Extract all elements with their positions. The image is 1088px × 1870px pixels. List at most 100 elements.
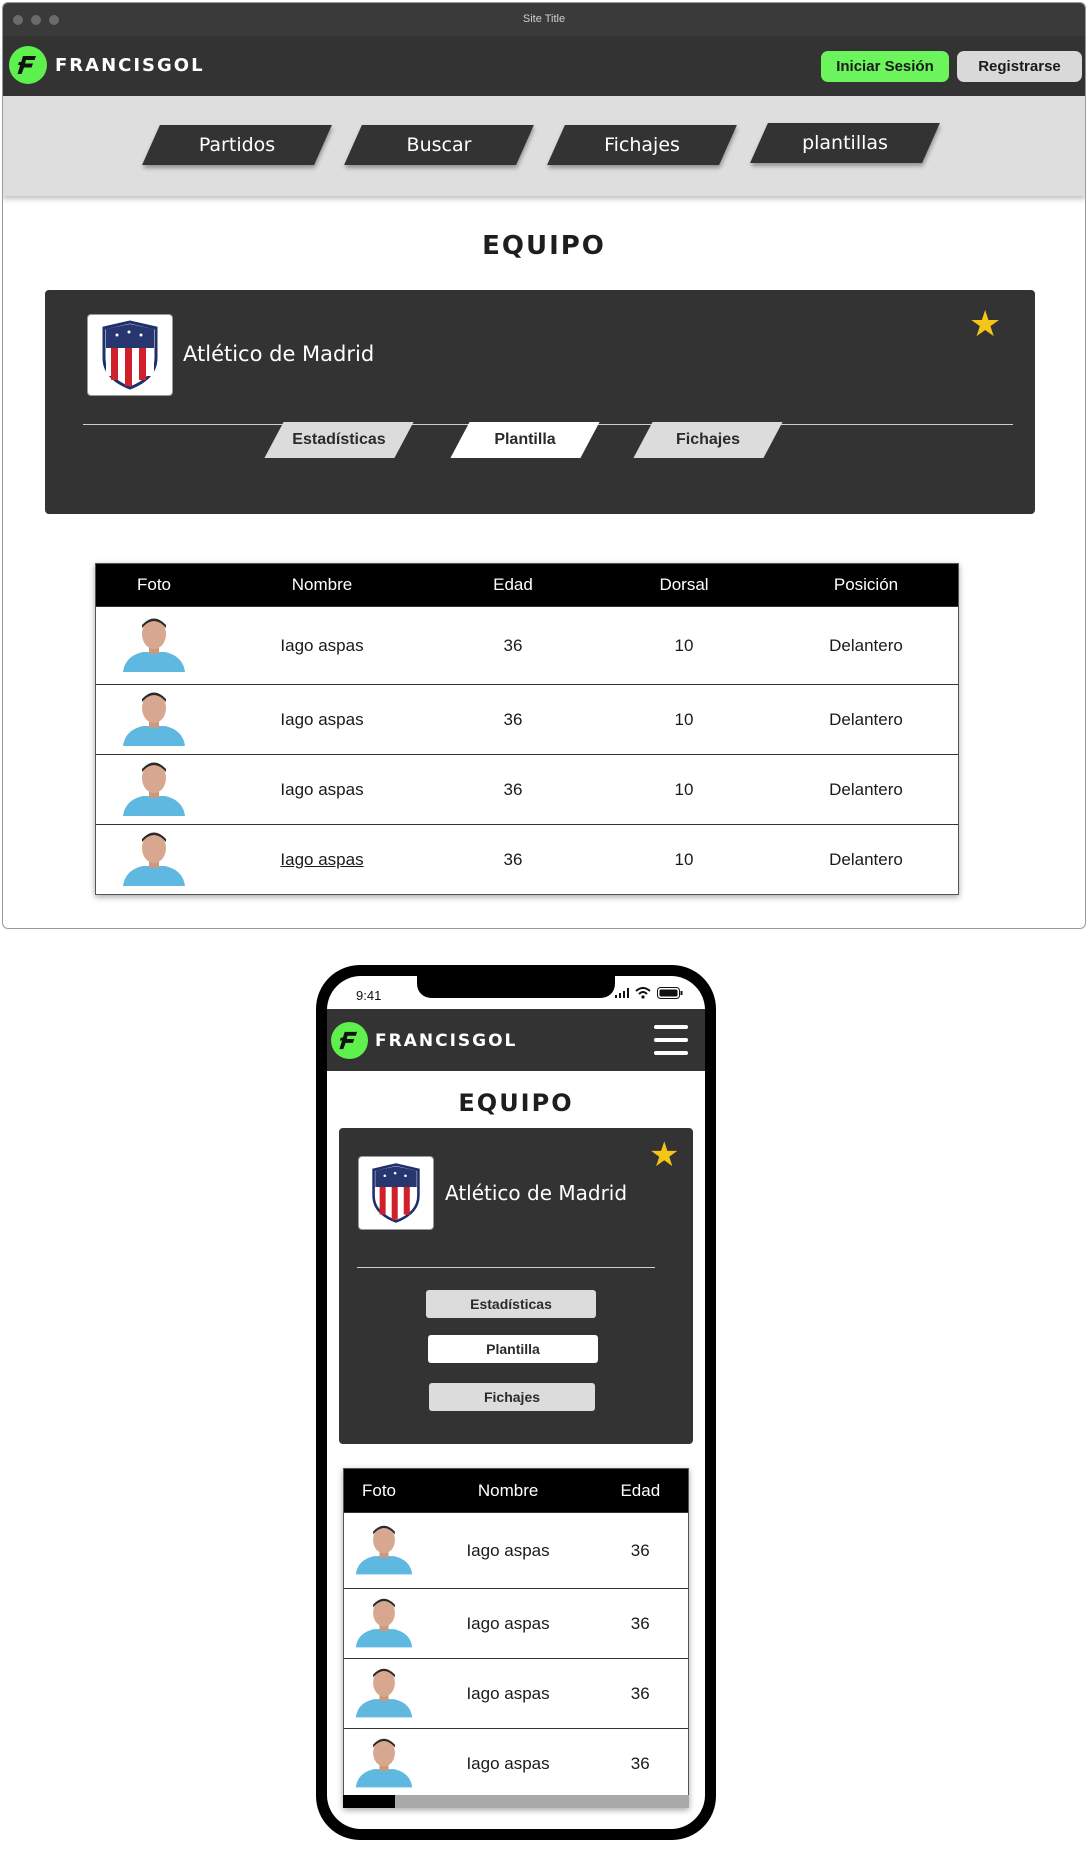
app-header: FRANCISGOL Iniciar Sesión Registrarse bbox=[3, 36, 1085, 96]
tab-estadisticas[interactable]: Estadísticas bbox=[264, 422, 414, 458]
player-photo bbox=[344, 1664, 424, 1723]
player-name-link[interactable]: Iago aspas bbox=[212, 850, 432, 870]
signal-icon bbox=[615, 988, 629, 998]
player-age: 36 bbox=[503, 709, 523, 729]
player-age: 36 bbox=[630, 1683, 650, 1703]
player-name[interactable]: Iago aspas bbox=[212, 710, 432, 730]
player-name[interactable]: Iago aspas bbox=[212, 780, 432, 800]
nav-tab-plantillas[interactable]: plantillas bbox=[750, 123, 940, 163]
player-number: 10 bbox=[674, 779, 694, 799]
table-row[interactable]: Iago aspas 36 10 Delantero bbox=[96, 824, 958, 894]
mobile-screen: 9:41 FRANCISGOL EQUIPO Atlético de Madri… bbox=[327, 976, 705, 1829]
hamburger-menu-icon[interactable] bbox=[654, 1025, 688, 1055]
player-position: Delantero bbox=[829, 849, 903, 869]
player-name[interactable]: Iago aspas bbox=[424, 1684, 593, 1704]
card-divider bbox=[357, 1267, 655, 1268]
nav-tab-partidos[interactable]: Partidos bbox=[142, 125, 332, 165]
wifi-icon bbox=[635, 987, 651, 999]
column-header-edad: Edad bbox=[493, 575, 533, 594]
player-photo bbox=[96, 688, 212, 751]
player-avatar bbox=[123, 618, 185, 672]
table-row[interactable]: Iago aspas 36 bbox=[344, 1658, 688, 1728]
player-avatar bbox=[355, 1598, 412, 1648]
horizontal-scrollbar[interactable] bbox=[343, 1795, 689, 1808]
column-header-foto: Foto bbox=[136, 575, 172, 594]
nav-tab-label: Fichajes bbox=[604, 134, 680, 156]
page-title: EQUIPO bbox=[482, 231, 606, 261]
player-age: 36 bbox=[630, 1540, 650, 1560]
battery-icon bbox=[657, 987, 683, 999]
star-icon[interactable]: ★ bbox=[649, 1138, 679, 1172]
player-name[interactable]: Iago aspas bbox=[424, 1614, 593, 1634]
star-icon[interactable]: ★ bbox=[969, 306, 1001, 342]
player-name[interactable]: Iago aspas bbox=[424, 1541, 593, 1561]
nav-tab-label: Buscar bbox=[406, 134, 472, 156]
nav-tab-label: plantillas bbox=[802, 132, 888, 154]
team-name: Atlético de Madrid bbox=[183, 342, 375, 366]
brand-name[interactable]: FRANCISGOL bbox=[55, 55, 205, 76]
club-crest-icon bbox=[87, 314, 173, 396]
club-crest-icon bbox=[358, 1156, 434, 1230]
table-row[interactable]: Iago aspas 36 10 Delantero bbox=[96, 606, 958, 684]
player-avatar bbox=[123, 832, 185, 886]
team-card: Atlético de Madrid ★ Estadísticas Planti… bbox=[339, 1128, 693, 1444]
tab-fichajes[interactable]: Fichajes bbox=[429, 1383, 595, 1411]
brand-logo-icon[interactable] bbox=[9, 46, 47, 84]
player-avatar bbox=[355, 1525, 412, 1575]
player-photo bbox=[96, 758, 212, 821]
main-nav: Partidos Buscar Fichajes plantillas bbox=[3, 96, 1085, 196]
browser-title: Site Title bbox=[522, 13, 566, 25]
table-header: Foto Nombre Edad Dorsal Posición bbox=[96, 564, 958, 606]
register-button[interactable]: Registrarse bbox=[957, 51, 1082, 82]
tab-estadisticas[interactable]: Estadísticas bbox=[426, 1290, 596, 1318]
page-title: EQUIPO bbox=[458, 1089, 574, 1117]
player-name[interactable]: Iago aspas bbox=[212, 636, 432, 656]
mobile-roster-table: Foto Nombre Edad Iago aspas 36 Iago aspa… bbox=[343, 1468, 689, 1808]
column-header-nombre: Nombre bbox=[291, 575, 353, 594]
tab-label: Fichajes bbox=[675, 431, 741, 448]
player-age: 36 bbox=[503, 779, 523, 799]
table-row[interactable]: Iago aspas 36 10 Delantero bbox=[96, 754, 958, 824]
player-photo bbox=[344, 1734, 424, 1793]
scrollbar-thumb[interactable] bbox=[343, 1795, 395, 1808]
roster-table: Foto Nombre Edad Dorsal Posición Iago as… bbox=[95, 563, 959, 895]
player-avatar bbox=[123, 762, 185, 816]
table-row[interactable]: Iago aspas 36 bbox=[344, 1512, 688, 1588]
player-position: Delantero bbox=[829, 635, 903, 655]
table-row[interactable]: Iago aspas 36 10 Delantero bbox=[96, 684, 958, 754]
player-photo bbox=[96, 614, 212, 677]
player-avatar bbox=[355, 1738, 412, 1788]
player-position: Delantero bbox=[829, 709, 903, 729]
mobile-app-header: FRANCISGOL bbox=[327, 1009, 705, 1071]
team-card: Atlético de Madrid ★ Estadísticas Planti… bbox=[45, 290, 1035, 514]
browser-titlebar: Site Title bbox=[3, 3, 1085, 36]
player-position: Delantero bbox=[829, 779, 903, 799]
player-age: 36 bbox=[503, 635, 523, 655]
player-number: 10 bbox=[674, 709, 694, 729]
tab-plantilla[interactable]: Plantilla bbox=[450, 422, 600, 458]
tab-label: Estadísticas bbox=[292, 431, 386, 448]
player-photo bbox=[344, 1594, 424, 1653]
player-age: 36 bbox=[630, 1613, 650, 1633]
table-row[interactable]: Iago aspas 36 bbox=[344, 1588, 688, 1658]
player-age: 36 bbox=[503, 849, 523, 869]
nav-tab-buscar[interactable]: Buscar bbox=[344, 125, 534, 165]
player-avatar bbox=[355, 1668, 412, 1718]
tab-plantilla[interactable]: Plantilla bbox=[428, 1335, 598, 1363]
brand-name[interactable]: FRANCISGOL bbox=[375, 1031, 517, 1051]
player-number: 10 bbox=[674, 635, 694, 655]
nav-tab-label: Partidos bbox=[198, 134, 276, 156]
login-button[interactable]: Iniciar Sesión bbox=[821, 51, 949, 82]
player-avatar bbox=[123, 692, 185, 746]
phone-notch bbox=[417, 976, 615, 998]
mobile-device: 9:41 FRANCISGOL EQUIPO Atlético de Madri… bbox=[316, 965, 716, 1840]
nav-tab-fichajes[interactable]: Fichajes bbox=[547, 125, 737, 165]
tab-fichajes[interactable]: Fichajes bbox=[633, 422, 783, 458]
player-name[interactable]: Iago aspas bbox=[424, 1754, 593, 1774]
column-header-foto: Foto bbox=[362, 1480, 397, 1500]
column-header-edad: Edad bbox=[620, 1480, 661, 1500]
player-age: 36 bbox=[630, 1753, 650, 1773]
brand-logo-icon[interactable] bbox=[331, 1022, 368, 1059]
status-icons bbox=[615, 987, 683, 999]
table-row[interactable]: Iago aspas 36 bbox=[344, 1728, 688, 1798]
